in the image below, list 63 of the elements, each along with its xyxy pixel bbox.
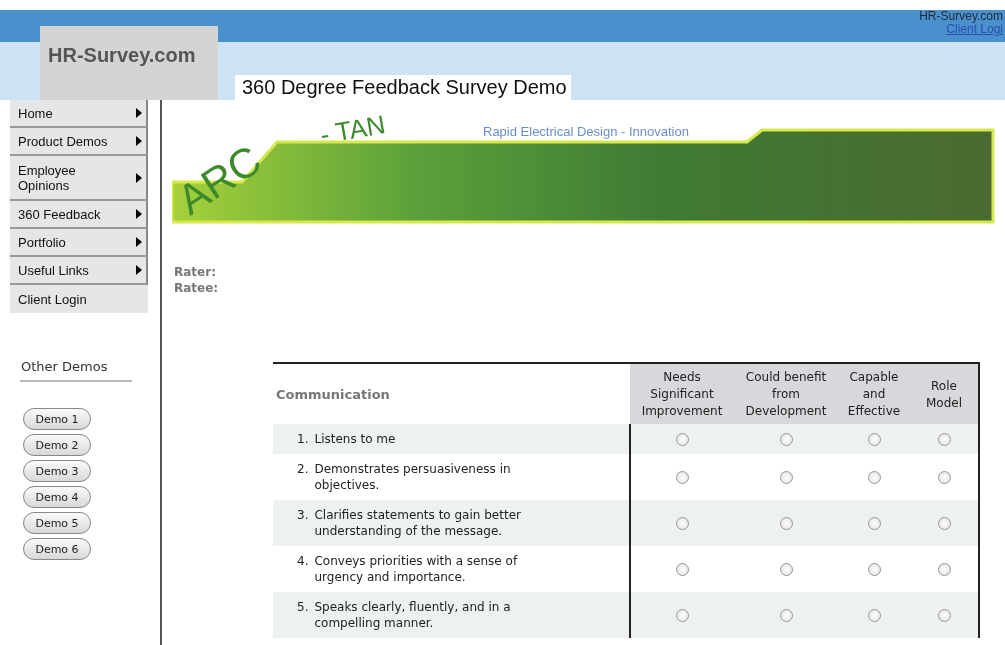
field-label: Rater: <box>174 264 217 280</box>
question-text: Demonstrates persuasiveness in objectives. <box>314 461 512 493</box>
logo-text: ARC <box>172 135 270 224</box>
demo-button[interactable]: Demo 5 <box>23 512 91 534</box>
site-name: HR-Survey.com <box>919 10 1003 23</box>
demo-button[interactable]: Demo 2 <box>23 434 91 456</box>
demo-button[interactable]: Demo 3 <box>23 460 91 482</box>
arrow-icon <box>136 265 142 275</box>
radio-button[interactable] <box>676 517 689 530</box>
question-number: 2. <box>297 461 309 478</box>
arrow-icon <box>136 108 142 118</box>
site-logo[interactable]: HR-Survey.com <box>40 26 218 100</box>
question-number: 3. <box>297 507 309 524</box>
radio-button[interactable] <box>937 471 951 484</box>
arrow-icon <box>136 209 142 219</box>
question-text: Speaks clearly, fluently, and in a compelling manner. <box>314 599 512 631</box>
tagline: Rapid Electrical Design - Innovation <box>483 124 689 139</box>
question-number: 1. <box>297 431 309 447</box>
section-title: Communication <box>273 363 630 424</box>
arrow-icon <box>136 237 142 247</box>
question-text: Listens to me <box>314 431 396 447</box>
arrow-icon <box>136 136 142 146</box>
radio-button[interactable] <box>779 471 793 484</box>
section-heading: Other Demos <box>20 359 132 382</box>
radio-button[interactable] <box>937 433 951 446</box>
question-text: Clarifies statements to gain better understanding of the message. <box>314 507 522 539</box>
radio-button[interactable] <box>937 609 951 622</box>
demo-button[interactable]: Demo 4 <box>23 486 91 508</box>
field-label: Ratee: <box>174 280 220 296</box>
page-title: 360 Degree Feedback Survey Demo <box>235 75 571 100</box>
question-number: 4. <box>297 553 309 570</box>
column-header: Capable and Effective <box>838 363 910 424</box>
menu-item[interactable]: Useful Links <box>10 257 148 285</box>
radio-button[interactable] <box>676 609 689 622</box>
menu-item[interactable]: Home <box>10 100 148 128</box>
radio-button[interactable] <box>779 563 793 576</box>
menu-item[interactable]: Portfolio <box>10 229 148 257</box>
radio-button[interactable] <box>676 563 689 576</box>
menu-item[interactable]: Product Demos <box>10 128 148 156</box>
radio-button[interactable] <box>676 433 689 446</box>
radio-button[interactable] <box>937 517 951 530</box>
radio-button[interactable] <box>676 471 689 484</box>
column-header: Needs Significant Improvement <box>630 363 734 424</box>
column-header: Role Model <box>910 363 979 424</box>
logo-text: - TAN <box>317 109 388 150</box>
radio-button[interactable] <box>867 609 881 622</box>
question-number: 5. <box>297 599 309 616</box>
menu-item[interactable]: Client Login <box>10 285 148 313</box>
radio-button[interactable] <box>779 517 793 530</box>
radio-button[interactable] <box>867 433 881 446</box>
menu-item[interactable]: Employee Opinions <box>10 156 148 201</box>
demo-button[interactable]: Demo 1 <box>23 408 91 430</box>
radio-button[interactable] <box>937 563 951 576</box>
radio-button[interactable] <box>779 433 793 446</box>
arrow-icon <box>136 172 142 183</box>
radio-button[interactable] <box>867 517 881 530</box>
demo-button[interactable]: Demo 6 <box>23 538 91 560</box>
radio-button[interactable] <box>779 609 793 622</box>
column-header: Could benefit from Development <box>734 363 838 424</box>
radio-button[interactable] <box>867 471 881 484</box>
menu-item[interactable]: 360 Feedback <box>10 201 148 229</box>
question-text: Conveys priorities with a sense of urgency and importance. <box>314 553 519 585</box>
radio-button[interactable] <box>867 563 881 576</box>
